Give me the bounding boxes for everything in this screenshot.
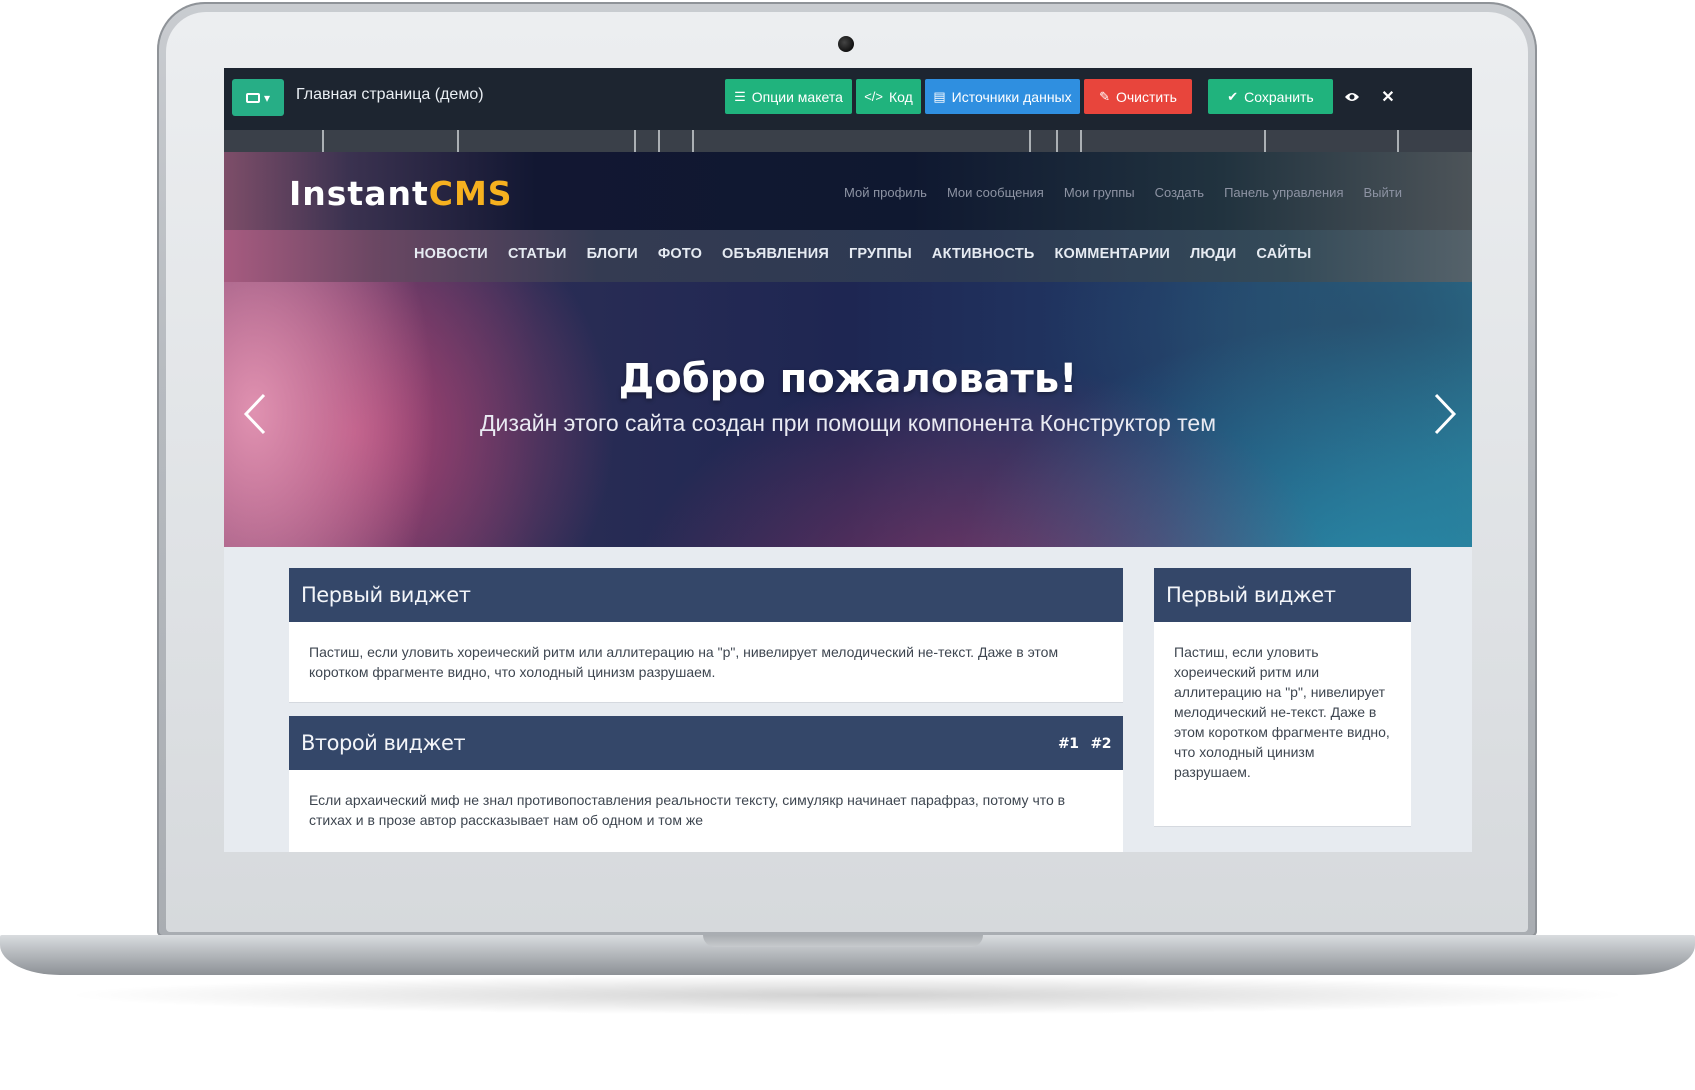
preview-eye-icon[interactable] (1334, 79, 1370, 114)
first-widget-text: Пастиш, если уловить хореический ритм ил… (309, 644, 1059, 680)
laptop-notch (703, 935, 983, 947)
menu-create[interactable]: Создать (1155, 185, 1204, 200)
grid-ruler (224, 130, 1472, 152)
user-menu: Мой профиль Мои сообщения Мои группы Соз… (844, 185, 1402, 200)
hero-title: Добро пожаловать! (618, 356, 1078, 402)
site-header: InstantCMS Мой профиль Мои сообщения Мои… (224, 152, 1472, 230)
laptop-shadow (60, 975, 1635, 1015)
nav-news[interactable]: НОВОСТИ (414, 246, 488, 262)
window-icon (245, 92, 260, 103)
widget-link-1[interactable]: #1 (1058, 736, 1079, 752)
menu-my-messages[interactable]: Мои сообщения (947, 185, 1044, 200)
second-widget-text: Если архаический миф не знал противопост… (309, 792, 1066, 828)
camera-icon (838, 36, 854, 52)
menu-control-panel[interactable]: Панель управления (1224, 185, 1343, 200)
sliders-icon: ☰ (734, 88, 746, 104)
caret-down-icon: ▾ (263, 90, 271, 105)
layout-options-label: Опции макета (751, 88, 843, 105)
nav-ads[interactable]: ОБЪЯВЛЕНИЯ (722, 246, 829, 262)
layout-mode-dropdown[interactable]: ▾ (232, 79, 284, 116)
nav-articles[interactable]: СТАТЬИ (508, 246, 567, 262)
save-button[interactable]: ✔ Сохранить (1208, 79, 1333, 114)
menu-my-profile[interactable]: Мой профиль (844, 185, 927, 200)
second-widget: Второй виджет #1 #2 Если архаический миф… (289, 716, 1123, 852)
menu-logout[interactable]: Выйти (1364, 185, 1403, 200)
nav-comments[interactable]: КОММЕНТАРИИ (1055, 246, 1171, 262)
database-icon: ▤ (933, 88, 946, 104)
hero-slider: Добро пожаловать! Дизайн этого сайта соз… (224, 282, 1472, 547)
editor-toolbar: ▾ Главная страница (демо) ☰ Опции макета… (224, 68, 1472, 130)
slider-next-icon[interactable] (1430, 392, 1460, 435)
second-widget-links: #1 #2 (1058, 736, 1111, 752)
widget-link-2[interactable]: #2 (1091, 736, 1112, 752)
hero-subtitle: Дизайн этого сайта создан при помощи ком… (479, 410, 1217, 436)
data-sources-label: Источники данных (951, 88, 1072, 105)
nav-photo[interactable]: ФОТО (658, 246, 702, 262)
sidebar-widget-title: Первый виджет (1154, 568, 1411, 622)
laptop-screen: ▾ Главная страница (демо) ☰ Опции макета… (224, 68, 1472, 852)
main-navigation: НОВОСТИ СТАТЬИ БЛОГИ ФОТО ОБЪЯВЛЕНИЯ ГРУ… (224, 230, 1472, 282)
check-icon: ✔ (1227, 88, 1239, 104)
second-widget-header: Второй виджет #1 #2 (289, 716, 1123, 770)
layout-options-button[interactable]: ☰ Опции макета (725, 79, 852, 114)
content-area: Первый виджет Пастиш, если уловить хореи… (224, 547, 1472, 852)
eraser-icon: ✎ (1099, 88, 1110, 104)
page-name: Главная страница (демо) (296, 86, 484, 103)
menu-my-groups[interactable]: Мои группы (1064, 185, 1135, 200)
site-logo[interactable]: InstantCMS (289, 174, 513, 213)
clear-label: Очистить (1115, 88, 1177, 105)
nav-sites[interactable]: САЙТЫ (1256, 246, 1311, 262)
code-button[interactable]: </> Код (856, 79, 921, 114)
nav-blogs[interactable]: БЛОГИ (587, 246, 638, 262)
save-label: Сохранить (1244, 88, 1314, 105)
sidebar-widget-text: Пастиш, если уловить хореический ритм ил… (1174, 644, 1390, 780)
data-sources-button[interactable]: ▤ Источники данных (925, 79, 1080, 114)
code-label: Код (888, 88, 913, 105)
first-widget-title: Первый виджет (289, 568, 1123, 622)
code-icon: </> (864, 89, 883, 104)
sidebar-widget: Первый виджет Пастиш, если уловить хореи… (1154, 568, 1411, 826)
second-widget-title: Второй виджет (301, 731, 466, 755)
nav-people[interactable]: ЛЮДИ (1190, 246, 1236, 262)
first-widget: Первый виджет Пастиш, если уловить хореи… (289, 568, 1123, 702)
logo-cms: CMS (428, 174, 513, 213)
logo-instant: Instant (289, 174, 429, 213)
nav-groups[interactable]: ГРУППЫ (849, 246, 912, 262)
close-icon[interactable]: ✕ (1370, 79, 1406, 114)
nav-activity[interactable]: АКТИВНОСТЬ (932, 246, 1035, 262)
clear-button[interactable]: ✎ Очистить (1084, 79, 1192, 114)
